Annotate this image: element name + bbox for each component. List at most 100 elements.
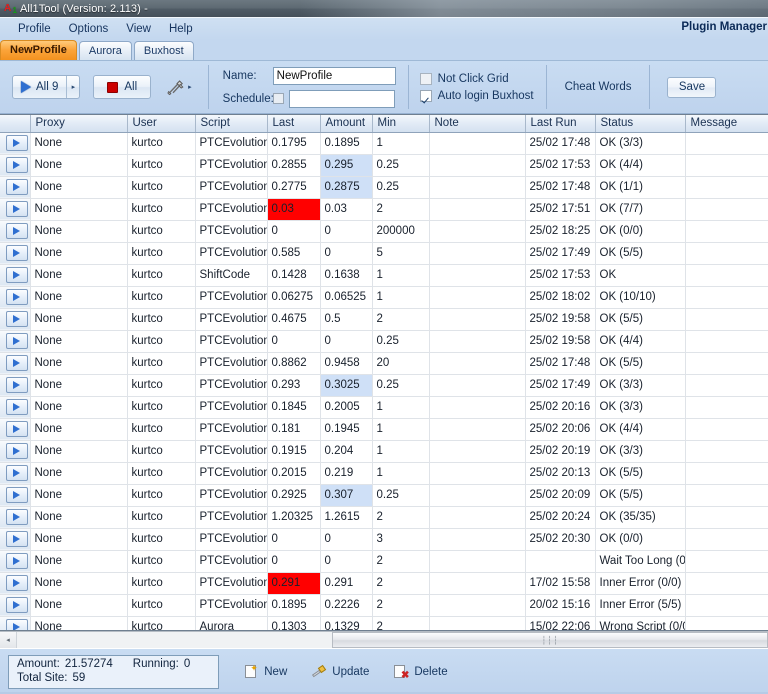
table-row[interactable]: None kurtco PTCEvolution 0.06275 0.06525 1 25/…: [0, 286, 768, 309]
table-row[interactable]: None kurtco ShiftCode 0.1428 0.1638 1 25/02 17…: [0, 264, 768, 287]
cell-last-run[interactable]: 25/02 17:49: [525, 242, 596, 265]
cell-last[interactable]: 0.1428: [267, 264, 321, 287]
cell-note[interactable]: [429, 132, 526, 155]
table-row[interactable]: None kurtco Aurora 0.1303 0.1329 2 15/02 22:06…: [0, 616, 768, 630]
cell-last[interactable]: 0.2775: [267, 176, 321, 199]
cell-proxy[interactable]: None: [30, 176, 128, 199]
cell-min[interactable]: 2: [372, 506, 430, 529]
plugin-manager-link[interactable]: Plugin Manager: [681, 21, 767, 33]
cell-script[interactable]: PTCEvolution: [195, 308, 268, 331]
table-row[interactable]: None kurtco PTCEvolution 0.2015 0.219 1 25/02 …: [0, 462, 768, 485]
cell-message[interactable]: [685, 418, 768, 441]
tools-split-button[interactable]: ▸: [167, 79, 192, 96]
row-header-cell[interactable]: [0, 550, 31, 573]
cell-status[interactable]: OK (5/5): [595, 308, 686, 331]
cell-status[interactable]: OK (5/5): [595, 462, 686, 485]
cell-last[interactable]: 0.1895: [267, 594, 321, 617]
cell-min[interactable]: 1: [372, 396, 430, 419]
table-row[interactable]: None kurtco PTCEvolution 0.8862 0.9458 20 25/0…: [0, 352, 768, 375]
cell-status[interactable]: OK: [595, 264, 686, 287]
row-start-button[interactable]: [5, 575, 28, 591]
column-header-user[interactable]: User: [127, 115, 196, 133]
row-start-button[interactable]: [5, 377, 28, 393]
cell-amount[interactable]: 0.291: [320, 572, 373, 595]
row-header-cell[interactable]: [0, 572, 31, 595]
cell-user[interactable]: kurtco: [127, 374, 196, 397]
row-start-button[interactable]: [5, 355, 28, 371]
cell-amount[interactable]: 0: [320, 242, 373, 265]
cell-user[interactable]: kurtco: [127, 528, 196, 551]
cell-status[interactable]: OK (3/3): [595, 440, 686, 463]
cell-last[interactable]: 0.1845: [267, 396, 321, 419]
row-start-button[interactable]: [5, 509, 28, 525]
cell-user[interactable]: kurtco: [127, 418, 196, 441]
cell-status[interactable]: OK (5/5): [595, 484, 686, 507]
cell-user[interactable]: kurtco: [127, 154, 196, 177]
cell-message[interactable]: [685, 594, 768, 617]
cell-last-run[interactable]: 20/02 15:16: [525, 594, 596, 617]
row-header-cell[interactable]: [0, 616, 31, 630]
cell-status[interactable]: Wait Too Long (0...: [595, 550, 686, 573]
cell-amount[interactable]: 0.307: [320, 484, 373, 507]
row-header-cell[interactable]: [0, 418, 31, 441]
cell-last-run[interactable]: [525, 550, 596, 573]
cell-message[interactable]: [685, 484, 768, 507]
cell-user[interactable]: kurtco: [127, 286, 196, 309]
cell-proxy[interactable]: None: [30, 132, 128, 155]
row-header-cell[interactable]: [0, 308, 31, 331]
cell-message[interactable]: [685, 506, 768, 529]
menu-item-profile[interactable]: Profile: [9, 21, 60, 37]
table-row[interactable]: None kurtco PTCEvolution 0.1915 0.204 1 25/02 …: [0, 440, 768, 463]
name-input[interactable]: [272, 66, 396, 85]
cell-script[interactable]: PTCEvolution: [195, 220, 268, 243]
cell-min[interactable]: 0.25: [372, 176, 430, 199]
cell-note[interactable]: [429, 440, 526, 463]
cell-proxy[interactable]: None: [30, 264, 128, 287]
table-row[interactable]: None kurtco PTCEvolution 0 0 2 Wait Too Long (…: [0, 550, 768, 573]
row-header-cell[interactable]: [0, 352, 31, 375]
cell-status[interactable]: OK (35/35): [595, 506, 686, 529]
cell-min[interactable]: 2: [372, 198, 430, 221]
tools-dropdown-arrow[interactable]: ▸: [188, 83, 192, 91]
row-header-cell[interactable]: [0, 374, 31, 397]
cell-proxy[interactable]: None: [30, 220, 128, 243]
table-row[interactable]: None kurtco PTCEvolution 0.2775 0.2875 0.25 25…: [0, 176, 768, 199]
cell-min[interactable]: 20: [372, 352, 430, 375]
row-start-button[interactable]: [5, 333, 28, 349]
row-start-button[interactable]: [5, 487, 28, 503]
cell-last-run[interactable]: 25/02 17:48: [525, 352, 596, 375]
cell-script[interactable]: PTCEvolution: [195, 242, 268, 265]
table-row[interactable]: None kurtco PTCEvolution 1.20325 1.2615 2 25/0…: [0, 506, 768, 529]
table-row[interactable]: None kurtco PTCEvolution 0.181 0.1945 1 25/02 …: [0, 418, 768, 441]
column-header-proxy[interactable]: Proxy: [30, 115, 128, 133]
cell-last[interactable]: 0.8862: [267, 352, 321, 375]
row-start-button[interactable]: [5, 531, 28, 547]
cell-last[interactable]: 0.4675: [267, 308, 321, 331]
cell-min[interactable]: 200000: [372, 220, 430, 243]
cell-last[interactable]: 0.03: [267, 198, 321, 221]
not-click-grid-row[interactable]: Not Click Grid: [419, 72, 534, 85]
scrollbar-track[interactable]: ┆┆┆: [17, 632, 768, 648]
cell-user[interactable]: kurtco: [127, 176, 196, 199]
cell-last-run[interactable]: 25/02 19:58: [525, 330, 596, 353]
cell-note[interactable]: [429, 550, 526, 573]
table-row[interactable]: None kurtco PTCEvolution 0.291 0.291 2 17/02 1…: [0, 572, 768, 595]
cell-proxy[interactable]: None: [30, 418, 128, 441]
row-header-cell[interactable]: [0, 330, 31, 353]
cell-user[interactable]: kurtco: [127, 242, 196, 265]
cell-last[interactable]: 0.2015: [267, 462, 321, 485]
table-row[interactable]: None kurtco PTCEvolution 0.2925 0.307 0.25 25/…: [0, 484, 768, 507]
row-start-button[interactable]: [5, 465, 28, 481]
cell-status[interactable]: OK (4/4): [595, 330, 686, 353]
cell-status[interactable]: OK (5/5): [595, 242, 686, 265]
row-header-cell[interactable]: [0, 484, 31, 507]
cell-last-run[interactable]: 25/02 20:30: [525, 528, 596, 551]
column-header-message[interactable]: Message: [685, 115, 768, 133]
cell-script[interactable]: PTCEvolution: [195, 550, 268, 573]
cell-min[interactable]: 1: [372, 132, 430, 155]
cell-message[interactable]: [685, 462, 768, 485]
row-header-cell[interactable]: [0, 396, 31, 419]
schedule-enable-checkbox[interactable]: [272, 93, 284, 104]
cell-amount[interactable]: 0.1895: [320, 132, 373, 155]
cell-message[interactable]: [685, 220, 768, 243]
